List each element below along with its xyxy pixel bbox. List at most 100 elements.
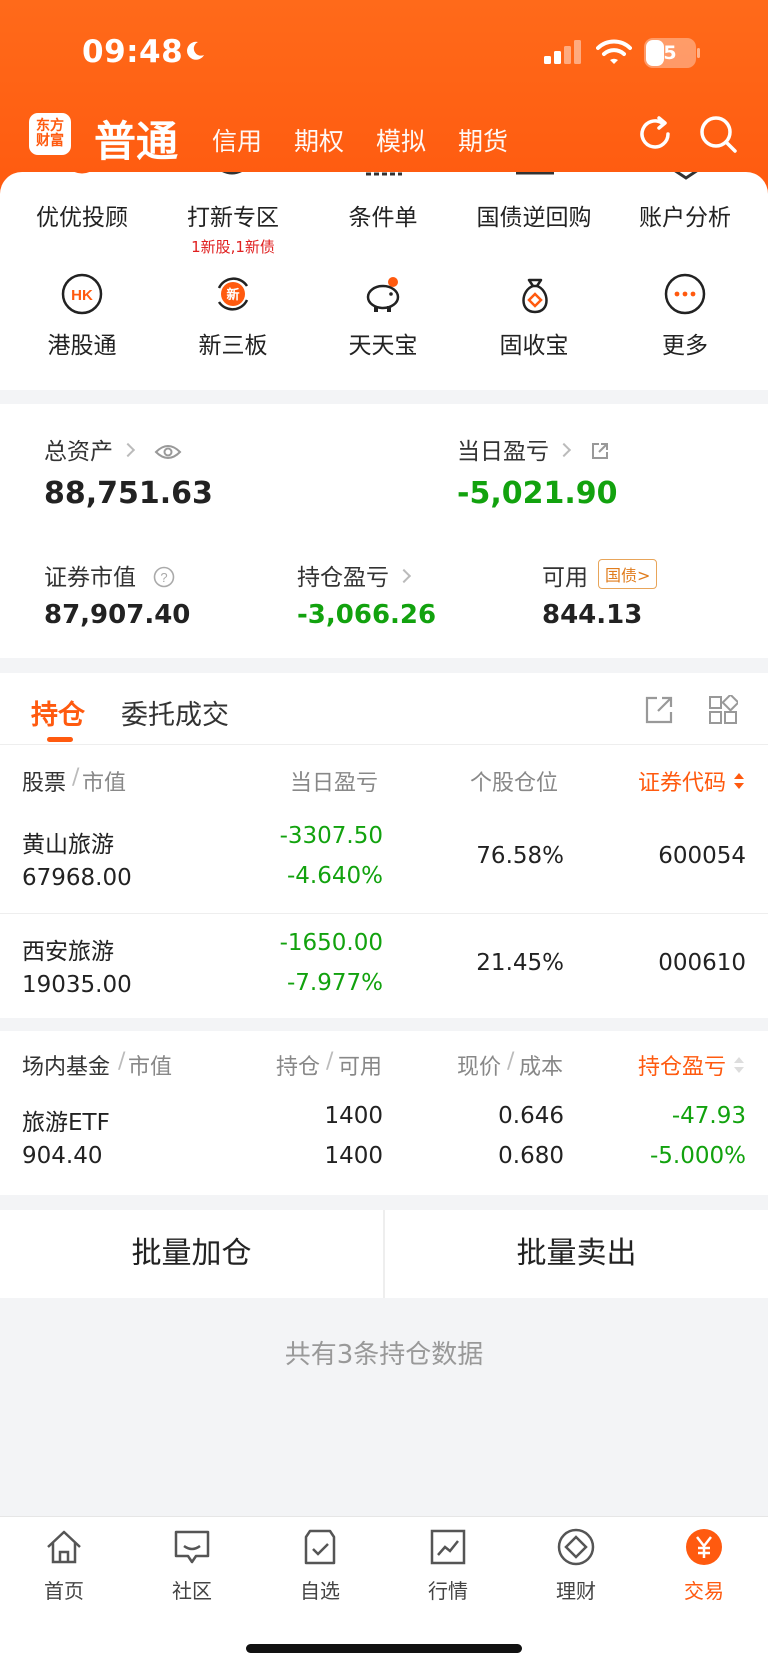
quick-item-ipo[interactable]: 打新专区 1新股,1新债	[163, 198, 303, 257]
share-icon[interactable]	[590, 441, 610, 461]
quick-menu: 优优投顾 打新专区 1新股,1新债 条件单 国债逆回购 账户分析 HK 新 港股…	[0, 172, 768, 390]
tabbar-label: 社区	[172, 1579, 212, 1603]
quick-item-hk-connect[interactable]: 港股通	[12, 326, 152, 360]
market-value: 87,907.40	[44, 600, 191, 630]
total-assets-label[interactable]: 总资产	[44, 432, 182, 466]
tabbar-watchlist[interactable]: 自选	[280, 1527, 360, 1604]
batch-add-button[interactable]: 批量加仓	[0, 1210, 383, 1298]
fund-available: 1400	[324, 1143, 383, 1169]
stock-daily-pl-pct: -4.640%	[287, 863, 383, 889]
stock-name: 西安旅游	[22, 939, 114, 965]
quick-item-reverse-repo[interactable]: 国债逆回购	[464, 198, 604, 232]
header-weight[interactable]: 个股仓位	[470, 765, 558, 797]
tabbar-label: 行情	[428, 1579, 468, 1603]
tabbar-market[interactable]: 行情	[408, 1527, 488, 1604]
fund-row[interactable]: 旅游ETF 904.40 1400 1400 0.646 0.680 -47.9…	[0, 1089, 768, 1195]
tab-credit[interactable]: 信用	[212, 122, 262, 158]
header-price: 现价	[457, 1055, 502, 1080]
checkbox-list-icon	[304, 1529, 336, 1565]
svg-text:新: 新	[226, 287, 239, 303]
tab-options[interactable]: 期权	[294, 122, 344, 158]
position-pl-value: -3,066.26	[297, 600, 437, 630]
battery-level: 5	[663, 42, 677, 64]
holding-row[interactable]: 西安旅游 19035.00 -1650.00 -7.977% 21.45% 00…	[0, 914, 768, 1020]
batch-actions: 批量加仓 批量卖出	[0, 1210, 768, 1298]
header-position: 持仓	[276, 1055, 321, 1080]
active-tab-indicator	[47, 737, 73, 742]
stock-daily-pl: -1650.00	[279, 930, 383, 956]
svg-text:HK: HK	[71, 287, 93, 304]
search-icon[interactable]	[697, 113, 739, 155]
grid-layout-icon[interactable]	[708, 695, 738, 725]
logo-text-2: 财富	[36, 133, 64, 149]
yuan-coin-icon	[686, 1529, 722, 1565]
quick-item-tiantianbao[interactable]: 天天宝	[313, 326, 453, 360]
header-stock: 股票	[22, 771, 67, 796]
available-value: 844.13	[542, 600, 643, 630]
tabbar-label: 理财	[556, 1579, 596, 1603]
quick-item-gushoubao[interactable]: 固收宝	[464, 326, 604, 360]
more-icon	[664, 273, 706, 315]
funds-panel: 场内基金 / 市值 持仓 / 可用 现价 / 成本 持仓盈亏 旅游ETF 904…	[0, 1031, 768, 1195]
tab-normal-account[interactable]: 普通	[94, 108, 178, 169]
tab-futures[interactable]: 期货	[458, 122, 508, 158]
tabbar-trade[interactable]: 交易	[664, 1527, 744, 1604]
stock-daily-pl-pct: -7.977%	[287, 970, 383, 996]
header-fund: 场内基金	[22, 1055, 111, 1080]
brand-logo[interactable]: 东方 财富	[29, 113, 71, 155]
sort-icon[interactable]	[732, 771, 746, 791]
quick-item-new-third-board[interactable]: 新三板	[163, 326, 303, 360]
holdings-table-header: 股票 / 市值 当日盈亏 个股仓位 证券代码	[0, 761, 768, 801]
cellular-signal-icon	[544, 40, 581, 64]
eye-icon[interactable]	[154, 443, 182, 461]
quick-item-advisor[interactable]: 优优投顾	[12, 198, 152, 232]
tabbar-label: 首页	[44, 1579, 84, 1603]
chevron-right-icon	[556, 442, 572, 458]
tabbar-community[interactable]: 社区	[152, 1527, 232, 1604]
wifi-icon	[596, 39, 632, 64]
home-icon	[47, 1530, 81, 1564]
new-third-board-icon: 新	[217, 277, 249, 311]
tabbar-wealth[interactable]: 理财	[536, 1527, 616, 1604]
quick-item-more[interactable]: 更多	[615, 326, 755, 360]
fund-market-value: 904.40	[22, 1143, 103, 1169]
help-icon[interactable]: ?	[153, 566, 175, 588]
status-bar: 09:48 5	[0, 30, 768, 74]
stock-market-value: 67968.00	[22, 865, 132, 891]
treasury-bond-tag[interactable]: 国债>	[598, 559, 658, 589]
fund-pl-pct: -5.000%	[650, 1143, 746, 1169]
batch-sell-button[interactable]: 批量卖出	[385, 1210, 768, 1298]
holdings-count-note: 共有3条持仓数据	[284, 1340, 484, 1370]
header-fund-pl[interactable]: 持仓盈亏	[638, 1049, 726, 1081]
svg-text:?: ?	[161, 570, 168, 585]
tab-positions[interactable]: 持仓	[31, 693, 85, 732]
stock-code: 600054	[658, 843, 746, 869]
position-pl-label[interactable]: 持仓盈亏	[297, 558, 412, 592]
tab-orders[interactable]: 委托成交	[121, 693, 229, 732]
export-icon[interactable]	[644, 695, 674, 725]
daily-pl-label[interactable]: 当日盈亏	[457, 432, 610, 466]
sort-icon[interactable]	[732, 1055, 746, 1075]
holding-row[interactable]: 黄山旅游 67968.00 -3307.50 -4.640% 76.58% 60…	[0, 807, 768, 913]
stock-name: 黄山旅游	[22, 832, 114, 858]
bottom-tab-bar: 首页 社区 自选 行情 理财 交易	[0, 1516, 768, 1665]
header-slash: /	[72, 765, 80, 790]
chat-bubble-icon	[174, 1530, 210, 1564]
tabbar-home[interactable]: 首页	[24, 1527, 104, 1604]
header-fund-market-value: 市值	[128, 1055, 173, 1080]
battery-indicator: 5	[644, 38, 700, 68]
ipo-badge-text: 1新股,1新债	[191, 238, 275, 256]
header-code[interactable]: 证券代码	[638, 765, 726, 797]
header-available: 可用	[338, 1055, 383, 1080]
piggy-bank-icon	[366, 277, 400, 312]
quick-item-account-analysis[interactable]: 账户分析	[615, 198, 755, 232]
tab-simulation[interactable]: 模拟	[376, 122, 426, 158]
quick-item-conditional-order[interactable]: 条件单	[313, 198, 453, 232]
refresh-icon[interactable]	[634, 113, 676, 155]
fund-position: 1400	[324, 1103, 383, 1129]
diamond-icon	[557, 1528, 595, 1566]
header-daily-pl[interactable]: 当日盈亏	[290, 765, 378, 797]
hk-connect-icon: HK	[61, 273, 103, 315]
holdings-tabs: 持仓 委托成交	[0, 673, 768, 745]
fund-price: 0.646	[498, 1103, 564, 1129]
